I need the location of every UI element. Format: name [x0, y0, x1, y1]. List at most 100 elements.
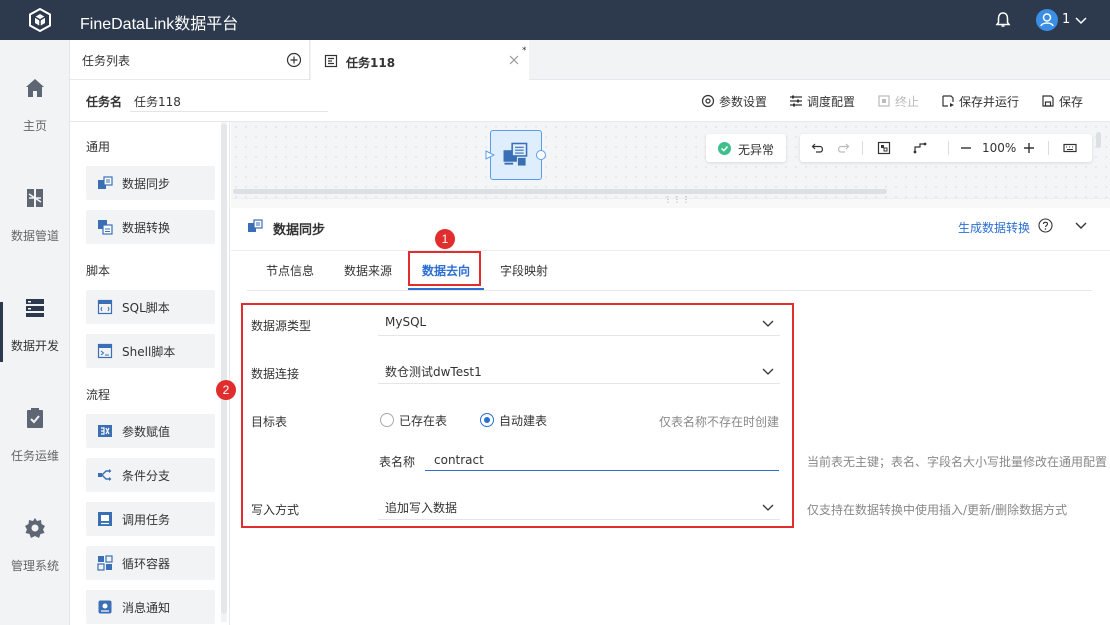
- node-label: 调用任务: [122, 512, 171, 527]
- add-task-icon[interactable]: [286, 52, 302, 68]
- zoom-out-icon[interactable]: [959, 141, 973, 155]
- node-call-task[interactable]: 调用任务: [86, 502, 215, 536]
- node-loop-container[interactable]: 循环容器: [86, 546, 215, 580]
- chevron-down-icon[interactable]: [1074, 218, 1088, 232]
- task-file-icon: [324, 54, 338, 68]
- detail-divider: [231, 250, 1110, 251]
- nav-item-home[interactable]: 主页: [0, 40, 70, 150]
- save-button[interactable]: 保存: [1041, 92, 1083, 110]
- redo-icon[interactable]: [836, 141, 850, 155]
- task-list-label[interactable]: 任务列表: [82, 52, 130, 69]
- schedule-config-button[interactable]: 调度配置: [789, 92, 855, 110]
- generate-transform-link[interactable]: 生成数据转换: [958, 219, 1030, 236]
- nav-item-ops[interactable]: 任务运维: [0, 370, 70, 480]
- notification-bell-icon[interactable]: [994, 11, 1012, 29]
- param-assign-icon: [98, 425, 112, 437]
- node-condition-branch[interactable]: 条件分支: [86, 458, 215, 492]
- nav-item-develop[interactable]: 数据开发: [0, 260, 70, 370]
- chevron-down-icon[interactable]: [1074, 13, 1088, 27]
- section-flow: 流程: [86, 388, 111, 402]
- nav-item-pipeline[interactable]: 数据管道: [0, 150, 70, 260]
- sql-script-icon: [97, 299, 113, 315]
- save-and-run-label: 保存并运行: [959, 94, 1020, 109]
- node-label: 参数赋值: [122, 424, 171, 439]
- fit-view-icon[interactable]: [877, 141, 891, 155]
- task-name-input[interactable]: 任务118: [134, 93, 181, 110]
- chevron-down-icon: [762, 368, 774, 375]
- unsaved-marker: *: [522, 46, 527, 56]
- canvas-vertical-scrollbar[interactable]: [1096, 132, 1101, 148]
- tab-data-source[interactable]: 数据来源: [344, 262, 392, 279]
- source-type-select[interactable]: MySQL: [378, 310, 780, 336]
- canvas-horizontal-scrollbar[interactable]: [233, 189, 887, 194]
- node-label: 条件分支: [122, 468, 171, 483]
- radio-auto-label[interactable]: 自动建表: [499, 412, 547, 429]
- callout-badge-2: 2: [216, 380, 236, 400]
- radio-existing-table[interactable]: [380, 413, 394, 427]
- check-circle-icon: [718, 142, 731, 155]
- shell-script-icon: [97, 343, 113, 359]
- save-and-run-button[interactable]: 保存并运行: [941, 92, 1019, 110]
- user-avatar[interactable]: [1036, 9, 1058, 31]
- callout-highlight-tab: [408, 251, 481, 286]
- help-icon[interactable]: [1038, 218, 1053, 233]
- pipeline-icon: [27, 189, 43, 207]
- node-data-transform[interactable]: 数据转换: [86, 210, 215, 244]
- schedule-config-label: 调度配置: [807, 94, 856, 109]
- radio-auto-create[interactable]: [480, 413, 494, 427]
- palette-scrollbar[interactable]: [221, 124, 227, 614]
- radio-existing-label[interactable]: 已存在表: [399, 412, 447, 429]
- connection-label: 数据连接: [251, 367, 300, 381]
- data-transform-icon: [98, 220, 113, 235]
- section-general: 通用: [86, 140, 111, 154]
- nav-label: 管理系统: [10, 559, 59, 573]
- schedule-icon: [790, 95, 802, 107]
- node-label: 消息通知: [122, 600, 171, 615]
- chevron-down-icon: [762, 504, 774, 511]
- close-icon[interactable]: [508, 54, 520, 66]
- call-task-icon: [98, 512, 112, 526]
- node-shell-script[interactable]: Shell脚本: [86, 334, 215, 368]
- write-mode-select[interactable]: 追加写入数据: [378, 494, 780, 520]
- stop-icon: [878, 95, 890, 107]
- task-name-label: 任务名: [86, 95, 123, 109]
- drag-handle-icon[interactable]: ⋮⋮⋮: [664, 196, 691, 204]
- node-output-port[interactable]: [536, 150, 546, 160]
- node-param-assign[interactable]: 参数赋值: [86, 414, 215, 448]
- toolbar-divider: [862, 141, 863, 155]
- connection-select[interactable]: 数仓测试dwTest1: [378, 358, 780, 384]
- username[interactable]: 1: [1062, 12, 1070, 27]
- logo-icon[interactable]: [28, 8, 52, 32]
- nav-label: 数据开发: [10, 339, 59, 353]
- section-script: 脚本: [86, 264, 111, 278]
- node-input-port-icon[interactable]: [485, 150, 495, 160]
- tab-node-info[interactable]: 节点信息: [266, 262, 314, 279]
- flow-node-data-sync[interactable]: [490, 130, 542, 180]
- save-label: 保存: [1059, 94, 1084, 109]
- undo-icon[interactable]: [811, 141, 825, 155]
- node-message-notify[interactable]: 消息通知: [86, 590, 215, 624]
- tab-field-mapping[interactable]: 字段映射: [500, 262, 548, 279]
- tab-task118[interactable]: [311, 40, 529, 81]
- data-sync-icon: [98, 176, 113, 189]
- tabs-divider: [247, 290, 1092, 291]
- nav-item-admin[interactable]: 管理系统: [0, 480, 70, 590]
- loop-container-icon: [97, 555, 113, 571]
- zoom-in-icon[interactable]: [1022, 141, 1036, 155]
- write-mode-label: 写入方式: [251, 503, 300, 517]
- app-title: FineDataLink数据平台: [80, 16, 239, 33]
- table-name-value: contract: [434, 453, 484, 467]
- data-sync-icon: [248, 219, 263, 232]
- toolbar-divider: [948, 141, 949, 155]
- layout-icon[interactable]: [913, 141, 927, 155]
- node-sql-script[interactable]: SQL脚本: [86, 290, 215, 324]
- keyboard-icon[interactable]: [1063, 141, 1077, 155]
- develop-icon: [26, 299, 44, 317]
- node-data-sync[interactable]: 数据同步: [86, 166, 215, 200]
- target-hint: 仅表名称不存在时创建: [659, 415, 780, 429]
- stop-button[interactable]: 终止: [877, 92, 919, 110]
- home-icon: [26, 79, 44, 97]
- connection-value: 数仓测试dwTest1: [385, 365, 482, 379]
- status-text: 无异常: [738, 143, 775, 157]
- params-settings-button[interactable]: 参数设置: [701, 92, 767, 110]
